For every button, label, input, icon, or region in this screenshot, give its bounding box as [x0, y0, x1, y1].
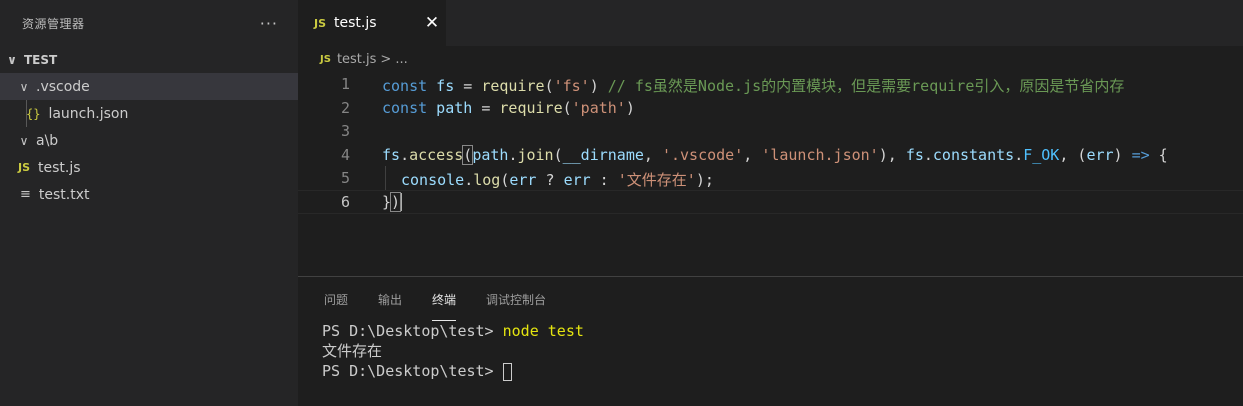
code-line: 1 const fs = require('fs') // fs虽然是Node.…: [298, 72, 1243, 96]
panel-tab-bar: 问题 输出 终端 调试控制台: [298, 277, 1243, 321]
line-number: 2: [340, 98, 350, 117]
tree-item-label: .vscode: [36, 78, 90, 95]
explorer-sidebar: 资源管理器 ··· ∨ TEST ∨ .vscode {} launch.jso…: [0, 0, 298, 406]
indent-guide: [385, 166, 386, 190]
more-actions-icon[interactable]: ···: [260, 14, 278, 33]
tree-item-label: test.txt: [38, 186, 90, 203]
editor-tab-bar: JS test.js ✕: [298, 0, 1243, 46]
tree-item-test-txt[interactable]: ≡ test.txt: [0, 181, 298, 208]
code-editor[interactable]: 1 const fs = require('fs') // fs虽然是Node.…: [298, 72, 1243, 214]
tree-item-launch-json[interactable]: {} launch.json: [0, 100, 298, 127]
terminal-output: 文件存在: [322, 342, 383, 360]
line-text: fs.access(path.join(__dirname, '.vscode'…: [382, 144, 1168, 165]
chevron-down-icon: ∨: [19, 79, 29, 94]
tree-item-ab-folder[interactable]: ∨ a\b: [0, 127, 298, 154]
tab-label: test.js: [334, 15, 377, 31]
js-file-icon: JS: [18, 161, 31, 174]
line-number: 6: [340, 192, 350, 211]
terminal-cursor: [502, 362, 512, 381]
tab-debug-console[interactable]: 调试控制台: [486, 277, 546, 321]
tab-output[interactable]: 输出: [378, 277, 402, 321]
line-number: 4: [340, 145, 350, 164]
code-line-current: 6 }): [298, 189, 1243, 214]
tab-terminal[interactable]: 终端: [432, 277, 457, 321]
workspace-root-label: TEST: [24, 52, 58, 67]
tree-item-vscode-folder[interactable]: ∨ .vscode: [0, 73, 298, 100]
close-icon[interactable]: ✕: [418, 13, 446, 33]
breadcrumb-symbol[interactable]: ...: [395, 52, 407, 67]
current-line-highlight: [298, 189, 1243, 214]
code-line: 2 const path = require('path'): [298, 96, 1243, 120]
text-file-icon: ≡: [20, 187, 31, 202]
breadcrumb: JS test.js > ...: [298, 46, 1243, 72]
line-text: const path = require('path'): [382, 98, 635, 117]
indent-guide: [26, 100, 27, 127]
code-line: 3: [298, 119, 1243, 143]
code-line: 4 fs.access(path.join(__dirname, '.vscod…: [298, 143, 1243, 167]
breadcrumb-file[interactable]: test.js: [337, 52, 376, 67]
line-number: 5: [340, 169, 350, 188]
line-text: }): [382, 191, 403, 212]
tab-problems[interactable]: 问题: [324, 277, 348, 321]
json-file-icon: {}: [26, 106, 41, 121]
editor-area: JS test.js ✕ JS test.js > ... 1 const fs…: [298, 0, 1243, 276]
line-number: 1: [340, 75, 350, 93]
terminal[interactable]: PS D:\Desktop\test> node test 文件存在 PS D:…: [298, 321, 1243, 381]
line-text: console.log(err ? err : '文件存在');: [401, 171, 714, 190]
js-file-icon: JS: [320, 53, 331, 65]
chevron-down-icon: ∨: [19, 133, 29, 148]
text-cursor: [400, 193, 403, 212]
line-text: const fs = require('fs') // fs虽然是Node.js…: [382, 77, 1125, 95]
line-number: 3: [340, 122, 350, 141]
explorer-title: 资源管理器: [22, 16, 85, 31]
breadcrumb-separator: >: [380, 51, 392, 67]
tree-item-label: launch.json: [48, 105, 129, 122]
workspace-root[interactable]: ∨ TEST: [0, 46, 298, 73]
js-file-icon: JS: [314, 16, 327, 30]
tree-item-test-js[interactable]: JS test.js: [0, 154, 298, 181]
tab-test-js[interactable]: JS test.js ✕: [298, 0, 446, 46]
tree-item-label: a\b: [36, 132, 59, 149]
terminal-prompt: PS D:\Desktop\test>: [322, 361, 1243, 381]
explorer-header: 资源管理器 ···: [0, 0, 298, 46]
chevron-down-icon: ∨: [7, 52, 17, 67]
bottom-panel: 问题 输出 终端 调试控制台 PS D:\Desktop\test> node …: [298, 276, 1243, 406]
code-line: 5 console.log(err ? err : '文件存在');: [298, 166, 1243, 190]
tree-item-label: test.js: [38, 159, 81, 176]
terminal-line: PS D:\Desktop\test> node test: [322, 322, 584, 340]
